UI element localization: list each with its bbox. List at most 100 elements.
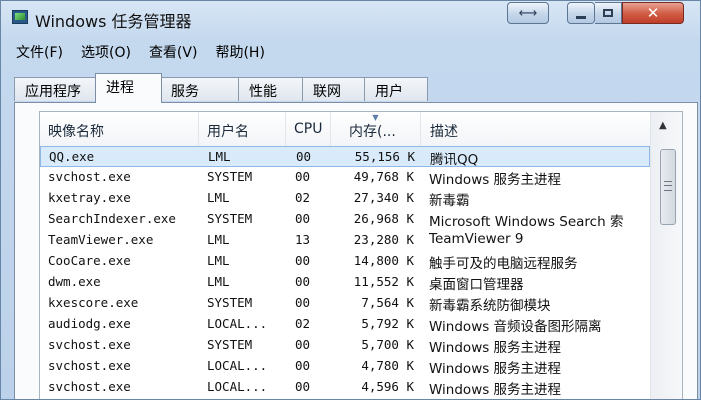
process-user-name: SYSTEM [207,169,253,184]
process-cpu: 00 [295,337,311,352]
column-header-memory[interactable]: ▼ 内存(... [331,112,421,146]
process-description: 桌面窗口管理器 [429,277,524,293]
process-cpu: 00 [296,149,312,164]
minimize-icon [576,15,586,19]
column-header-cpu[interactable]: CPU [286,112,331,146]
process-description: TeamViewer 9 [429,231,524,247]
close-icon: ✕ [646,3,660,22]
grip-icon [664,181,672,191]
minimize-button[interactable] [567,2,595,24]
process-user-name: SYSTEM [207,211,253,226]
menu-view[interactable]: 查看(V) [140,39,207,63]
tab-applications[interactable]: 应用程序 [14,77,97,101]
process-row[interactable]: svchost.exe SYSTEM 00 5,700 K Windows 服务主进程 [40,335,650,356]
column-header-user-label: 用户名 [207,124,249,140]
process-row[interactable]: QQ.exe LML 00 55,156 K 腾讯QQ [40,146,650,168]
process-cpu: 00 [295,253,311,268]
column-header-row: 映像名称 用户名 CPU ▼ 内存(... 描述 [40,112,650,147]
process-memory: 11,552 K [353,274,414,289]
process-description: Windows 音频设备图形隔离 [429,319,602,335]
process-user-name: LML [207,190,230,205]
process-memory: 26,968 K [353,211,414,226]
task-manager-window: Windows 任务管理器 ⟷ ✕ 文件(F) 选项(O) 查看(V) 帮助(H… [0,0,701,400]
process-description: Microsoft Windows Search 索 [429,214,624,230]
menu-file[interactable]: 文件(F) [7,39,72,63]
process-row[interactable]: TeamViewer.exe LML 13 23,280 K TeamViewer 9 [40,230,650,251]
close-button[interactable]: ✕ [622,2,684,24]
process-cpu: 02 [295,316,311,331]
process-row[interactable]: kxescore.exe SYSTEM 00 7,564 K 新毒霸系统防御模块 [40,293,650,314]
process-cpu: 00 [295,358,311,373]
tab-networking[interactable]: 联网 [302,77,366,101]
process-memory: 5,792 K [361,316,414,331]
scroll-thumb[interactable] [660,149,676,225]
column-header-memory-label: 内存(... [349,124,396,140]
process-row[interactable]: kxetray.exe LML 02 27,340 K 新毒霸 [40,188,650,209]
process-image-name: QQ.exe [49,149,95,164]
process-image-name: kxetray.exe [48,190,131,205]
column-header-image-name[interactable]: 映像名称 [40,112,199,146]
process-cpu: 02 [295,190,311,205]
tab-performance[interactable]: 性能 [238,77,304,101]
vertical-scrollbar[interactable]: ▲ [650,112,682,399]
process-user-name: LML [207,253,230,268]
sort-down-arrow-icon: ▼ [372,113,379,122]
process-description: Windows 服务主进程 [429,172,562,188]
menu-bar: 文件(F) 选项(O) 查看(V) 帮助(H) [7,39,274,63]
process-row[interactable]: svchost.exe LOCAL... 00 4,596 K Windows 服务主进… [40,377,650,398]
processes-panel: 映像名称 用户名 CPU ▼ 内存(... 描述 QQ.exe LML 00 55,1… [14,102,698,399]
resize-arrows-button[interactable]: ⟷ [507,2,549,24]
process-memory: 49,768 K [353,169,414,184]
column-header-description[interactable]: 描述 [421,112,650,146]
process-image-name: SearchIndexer.exe [48,211,176,226]
process-user-name: LOCAL... [207,379,268,394]
process-cpu: 00 [295,211,311,226]
window-title: Windows 任务管理器 [35,12,192,31]
process-image-name: svchost.exe [48,379,131,394]
process-description: 新毒霸系统防御模块 [429,298,551,314]
column-header-image-label: 映像名称 [48,124,104,140]
process-row[interactable]: audiodg.exe LOCAL... 02 5,792 K Windows 音频设备… [40,314,650,335]
process-memory: 4,596 K [361,379,414,394]
process-row[interactable]: CooCare.exe LML 00 14,800 K 触手可及的电脑远程服务 [40,251,650,272]
process-memory: 5,700 K [361,337,414,352]
process-row[interactable]: SearchIndexer.exe SYSTEM 00 26,968 K Microso… [40,209,650,230]
scroll-up-arrow-icon[interactable]: ▲ [659,120,667,131]
process-memory: 14,800 K [353,253,414,268]
process-cpu: 00 [295,169,311,184]
process-list: 映像名称 用户名 CPU ▼ 内存(... 描述 QQ.exe LML 00 55,1… [39,111,683,399]
process-user-name: SYSTEM [207,295,253,310]
column-header-user[interactable]: 用户名 [199,112,286,146]
process-memory: 7,564 K [361,295,414,310]
task-manager-app-icon [12,10,28,24]
process-memory: 4,780 K [361,358,414,373]
process-image-name: CooCare.exe [48,253,131,268]
process-description: Windows 服务主进程 [429,340,562,356]
process-row[interactable]: dwm.exe LML 00 11,552 K 桌面窗口管理器 [40,272,650,293]
process-image-name: kxescore.exe [48,295,139,310]
process-description: 触手可及的电脑远程服务 [429,256,578,272]
process-description: 新毒霸 [429,193,470,209]
maximize-button[interactable] [595,2,622,24]
menu-options[interactable]: 选项(O) [72,39,140,63]
tab-processes[interactable]: 进程 [95,73,162,103]
process-cpu: 13 [295,232,311,247]
column-header-description-label: 描述 [430,124,458,140]
process-description: Windows 服务主进程 [429,382,562,398]
process-image-name: TeamViewer.exe [48,232,154,247]
process-user-name: LOCAL... [207,358,268,373]
process-row[interactable]: svchost.exe LOCAL... 00 4,780 K Windows 服务主进… [40,356,650,377]
title-bar[interactable]: Windows 任务管理器 ⟷ ✕ [1,1,700,37]
process-user-name: SYSTEM [207,337,253,352]
process-memory: 55,156 K [354,149,415,164]
process-description: 腾讯QQ [430,152,479,168]
double-arrow-icon: ⟷ [518,5,538,21]
maximize-icon [603,9,613,17]
process-cpu: 00 [295,274,311,289]
process-user-name: LML [207,232,230,247]
process-row[interactable]: svchost.exe SYSTEM 00 49,768 K Windows 服务主进程 [40,167,650,188]
tab-users[interactable]: 用户 [364,77,428,101]
tab-services[interactable]: 服务 [160,77,240,101]
menu-help[interactable]: 帮助(H) [206,39,273,63]
process-cpu: 00 [295,379,311,394]
